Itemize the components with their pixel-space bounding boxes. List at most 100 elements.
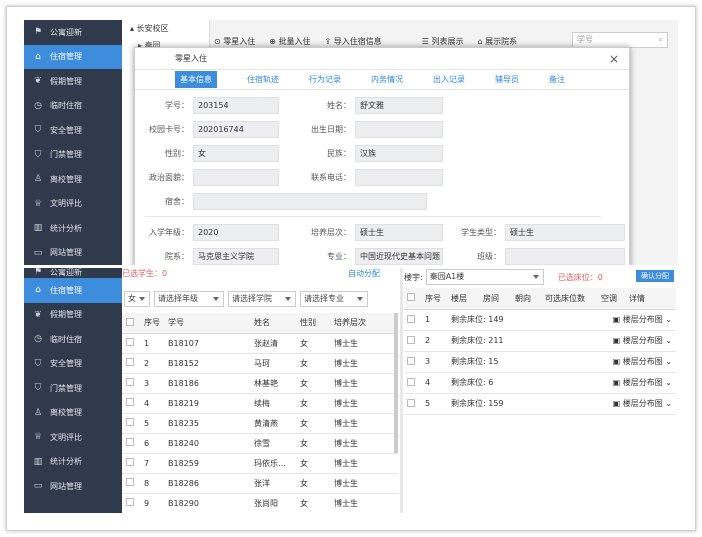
table-row[interactable]: 8 B18286 张洋女博士生: [122, 473, 398, 494]
leaf-icon: ❦: [34, 309, 42, 320]
sidebar-item-site[interactable]: ▭ 网站管理: [24, 241, 122, 266]
table-row[interactable]: 5 B18235 黄清燕女博士生: [122, 413, 398, 434]
sidebar-item-temp[interactable]: ◷ 临时住宿: [24, 327, 122, 352]
card-field[interactable]: 202016744: [193, 120, 279, 138]
row-checkbox[interactable]: [126, 438, 134, 446]
table-row[interactable]: 7 B18259 玛依乐… 女博士生: [122, 453, 398, 474]
building-select[interactable]: 秦园A1楼: [425, 269, 544, 285]
table-row[interactable]: 3 B18186 林基艳女博士生: [122, 373, 398, 394]
sidebar-item-safety[interactable]: ⛉ 安全管理: [24, 118, 122, 143]
search-input[interactable]: 学号 ⌕: [572, 32, 668, 48]
table-row[interactable]: 4 B18219 续梅女博士生: [122, 393, 398, 414]
sidebar-item-dorm[interactable]: ⌂ 住宿管理: [24, 44, 122, 69]
floor-map-link[interactable]: 楼层分布图: [623, 315, 663, 324]
chevron-down-icon[interactable]: ⌄: [665, 315, 672, 324]
floor-map-link[interactable]: 楼层分布图: [623, 336, 663, 345]
student-no-field[interactable]: 203154: [193, 96, 279, 114]
class-field[interactable]: [505, 247, 625, 265]
tab-access[interactable]: 出入记录: [433, 74, 465, 85]
sidebar-item-holiday[interactable]: ❦ 假期管理: [24, 69, 122, 94]
ethnic-field[interactable]: 汉族: [355, 144, 443, 162]
chevron-down-icon[interactable]: ⌄: [665, 336, 672, 345]
tab-behavior[interactable]: 行为记录: [309, 74, 341, 85]
batch-checkin-button[interactable]: ⊕ 批量入住: [269, 36, 310, 47]
row-checkbox[interactable]: [126, 358, 134, 366]
sidebar-item-welcome[interactable]: ⚑ 公寓迎新: [24, 268, 122, 278]
phone-field[interactable]: [355, 168, 443, 186]
college-field[interactable]: 马克思主义学院: [193, 247, 279, 265]
scrollbar[interactable]: [394, 313, 398, 453]
table-row[interactable]: 9 B18290 张尚阳女博士生: [122, 493, 398, 513]
row-checkbox[interactable]: [126, 398, 134, 406]
row-checkbox[interactable]: [126, 458, 134, 466]
level-field[interactable]: 硕士生: [355, 223, 443, 241]
row-checkbox[interactable]: [407, 314, 415, 323]
row-checkbox[interactable]: [407, 335, 415, 344]
row-checkbox[interactable]: [126, 418, 134, 426]
floor-row[interactable]: 3 剩余床位: 15 ▣ 楼层分布图 ⌄: [404, 351, 676, 373]
floor-map-link[interactable]: 楼层分布图: [623, 357, 663, 366]
major-field[interactable]: 中国近现代史基本问题: [355, 247, 443, 265]
floor-row[interactable]: 2 剩余床位: 211 ▣ 楼层分布图 ⌄: [404, 330, 676, 352]
grade-select[interactable]: 请选择年级: [154, 291, 224, 307]
political-field[interactable]: [193, 168, 279, 186]
confirm-assign-button[interactable]: 确认分配: [636, 270, 674, 282]
sidebar-item-stats[interactable]: ▥ 统计分析: [24, 450, 122, 475]
tab-housekeeping[interactable]: 内务情况: [371, 74, 403, 85]
auto-assign-link[interactable]: 自动分配: [348, 268, 380, 279]
major-select[interactable]: 请选择专业: [300, 291, 368, 307]
tab-basic[interactable]: 基本信息: [175, 71, 217, 88]
floor-row[interactable]: 4 剩余床位: 6 ▣ 楼层分布图 ⌄: [404, 372, 676, 394]
row-checkbox[interactable]: [126, 338, 134, 346]
checkin-modal: 零星入住 × 基本信息 住宿轨迹 行为记录 内务情况 出入记录 辅导员 备注 学号…: [134, 47, 630, 265]
chevron-down-icon[interactable]: ⌄: [665, 378, 672, 387]
table-row[interactable]: 1 B18107 张赵清女博士生: [122, 333, 398, 354]
floor-map-link[interactable]: 楼层分布图: [623, 378, 663, 387]
sidebar-item-stats[interactable]: ▥ 统计分析: [24, 216, 122, 241]
sidebar-item-holiday[interactable]: ❦ 假期管理: [24, 303, 122, 328]
floor-row[interactable]: 1 剩余床位: 149 ▣ 楼层分布图 ⌄: [404, 309, 676, 331]
select-all-beds-checkbox[interactable]: [407, 293, 415, 302]
sidebar-item-dorm[interactable]: ⌂ 住宿管理: [24, 278, 122, 303]
row-checkbox[interactable]: [407, 398, 415, 407]
tree-root[interactable]: ▴ 长安校区: [122, 20, 209, 37]
tab-notes[interactable]: 备注: [549, 74, 565, 85]
sidebar-item-welcome[interactable]: ⚑ 公寓迎新: [24, 20, 122, 45]
sidebar-item-temp[interactable]: ◷ 临时住宿: [24, 94, 122, 119]
list-view-button[interactable]: ☰ 列表展示: [422, 36, 464, 47]
row-checkbox[interactable]: [407, 356, 415, 365]
sidebar-item-access[interactable]: ⛉ 门禁管理: [24, 376, 122, 401]
gender-select[interactable]: 女: [124, 291, 150, 307]
birth-field[interactable]: [355, 120, 443, 138]
table-row[interactable]: 2 B18152 马珂女博士生: [122, 353, 398, 374]
tab-counselor[interactable]: 辅导员: [495, 74, 519, 85]
sidebar-item-civility[interactable]: ♕ 文明评比: [24, 192, 122, 217]
college-select[interactable]: 请选择学院: [228, 291, 296, 307]
select-all-checkbox[interactable]: [126, 317, 134, 326]
tab-history[interactable]: 住宿轨迹: [247, 74, 279, 85]
sidebar-item-safety[interactable]: ⛉ 安全管理: [24, 352, 122, 377]
chevron-down-icon[interactable]: ⌄: [665, 399, 672, 408]
sidebar-item-access[interactable]: ⛉ 门禁管理: [24, 143, 122, 168]
sidebar-item-leave[interactable]: ♙ 离校管理: [24, 401, 122, 426]
floor-map-link[interactable]: 楼层分布图: [623, 399, 663, 408]
year-field[interactable]: 2020: [193, 223, 279, 241]
sidebar-item-leave[interactable]: ♙ 离校管理: [24, 167, 122, 192]
row-checkbox[interactable]: [126, 378, 134, 386]
dorm-field[interactable]: [193, 192, 427, 210]
import-button[interactable]: ⇪ 导入住宿信息: [325, 36, 382, 47]
show-college-button[interactable]: ⌂ 展示院系: [477, 36, 517, 47]
sidebar-item-civility[interactable]: ♕ 文明评比: [24, 425, 122, 450]
close-icon[interactable]: ×: [609, 48, 619, 70]
floor-row[interactable]: 5 剩余床位: 159 ▣ 楼层分布图 ⌄: [404, 393, 676, 415]
row-checkbox[interactable]: [126, 498, 134, 506]
table-row[interactable]: 6 B18240 徐雪女博士生: [122, 433, 398, 454]
type-field[interactable]: 硕士生: [505, 223, 625, 241]
row-checkbox[interactable]: [126, 478, 134, 486]
sidebar-item-site[interactable]: ▭ 网站管理: [24, 474, 122, 499]
gender-field[interactable]: 女: [193, 144, 279, 162]
row-checkbox[interactable]: [407, 377, 415, 386]
name-field[interactable]: 舒文雅: [355, 96, 443, 114]
single-checkin-button[interactable]: ⊙ 零星入住: [214, 36, 255, 47]
chevron-down-icon[interactable]: ⌄: [665, 357, 672, 366]
